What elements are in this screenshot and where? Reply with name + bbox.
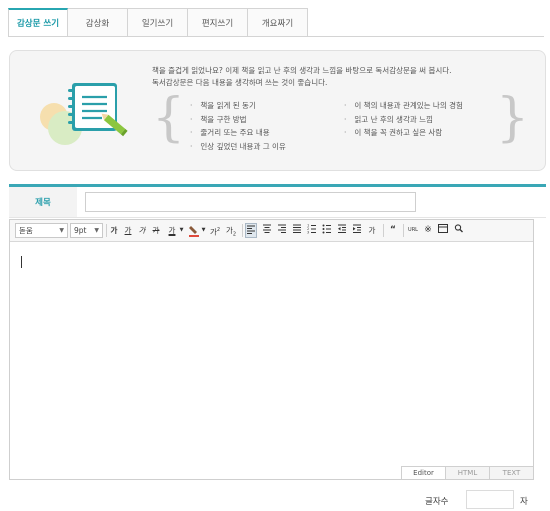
title-row: 제목 bbox=[9, 187, 546, 218]
toolbar-separator bbox=[383, 224, 384, 237]
tips-list-left: 책을 읽게 된 동기 책을 구한 방법 줄거리 또는 주요 내용 인상 깊었던 … bbox=[190, 99, 286, 154]
italic-button[interactable]: 가 bbox=[136, 223, 148, 238]
editor-toolbar: 돋움 ▼ 9pt ▼ 가 가 가 가 가 ▼ ▼ 가2 가2 1 2 3 가 “… bbox=[10, 220, 533, 242]
tips-list-right: 이 책의 내용과 관계있는 나의 경험 읽고 난 후의 생각과 느낌 이 책을 … bbox=[344, 99, 463, 140]
font-family-select[interactable]: 돋움 ▼ bbox=[15, 223, 68, 238]
align-left-icon[interactable] bbox=[245, 223, 257, 238]
title-input[interactable] bbox=[85, 192, 416, 212]
guide-intro: 책을 즐겁게 읽었나요? 이제 책을 읽고 난 후의 생각과 느낌을 바탕으로 … bbox=[152, 65, 452, 89]
strikethrough-button[interactable]: 가 bbox=[150, 223, 162, 238]
align-center-icon[interactable] bbox=[261, 223, 273, 238]
search-icon[interactable] bbox=[453, 223, 465, 238]
tip-item: 이 책의 내용과 관계있는 나의 경험 bbox=[344, 99, 463, 113]
rich-text-editor: 돋움 ▼ 9pt ▼ 가 가 가 가 가 ▼ ▼ 가2 가2 1 2 3 가 “… bbox=[9, 219, 534, 480]
align-justify-icon[interactable] bbox=[291, 223, 303, 238]
quote-icon[interactable]: “ bbox=[387, 223, 399, 238]
font-family-value: 돋움 bbox=[19, 226, 33, 235]
toolbar-separator bbox=[242, 224, 243, 237]
tip-item: 읽고 난 후의 생각과 느낌 bbox=[344, 113, 463, 127]
indent-icon[interactable] bbox=[351, 223, 363, 238]
tip-item: 줄거리 또는 주요 내용 bbox=[190, 126, 286, 140]
mode-text[interactable]: TEXT bbox=[489, 466, 533, 479]
tab-diary[interactable]: 일기쓰기 bbox=[128, 8, 188, 37]
guide-intro-line2: 독서감상문은 다음 내용을 생각하며 쓰는 것이 좋습니다. bbox=[152, 78, 328, 87]
notebook-pencil-icon bbox=[40, 83, 128, 145]
chevron-down-icon: ▼ bbox=[94, 227, 99, 234]
tip-item: 책을 구한 방법 bbox=[190, 113, 286, 127]
font-color-dropdown-icon[interactable]: ▼ bbox=[178, 223, 185, 238]
font-color-button[interactable]: 가 bbox=[166, 223, 178, 238]
highlight-color-icon[interactable] bbox=[188, 223, 200, 238]
guide-intro-line1: 책을 즐겁게 읽었나요? 이제 책을 읽고 난 후의 생각과 느낌을 바탕으로 … bbox=[152, 66, 452, 75]
special-char-icon[interactable]: ※ bbox=[422, 223, 434, 238]
clear-format-button[interactable]: 가 bbox=[366, 223, 378, 238]
tab-letter[interactable]: 편지쓰기 bbox=[188, 8, 248, 37]
numbered-list-icon[interactable]: 123 bbox=[306, 223, 318, 238]
bullet-list-icon[interactable] bbox=[321, 223, 333, 238]
font-size-value: 9pt bbox=[74, 226, 87, 235]
outdent-icon[interactable] bbox=[336, 223, 348, 238]
superscript-button[interactable]: 가2 bbox=[209, 223, 221, 238]
title-label: 제목 bbox=[9, 187, 77, 217]
tab-bar: 감상문 쓰기 감상화 일기쓰기 편지쓰기 개요짜기 bbox=[8, 8, 308, 37]
mode-editor[interactable]: Editor bbox=[401, 466, 445, 479]
chevron-down-icon: ▼ bbox=[59, 227, 64, 234]
underline-button[interactable]: 가 bbox=[122, 223, 134, 238]
insert-link-button[interactable]: URL bbox=[406, 223, 420, 238]
right-brace: } bbox=[496, 88, 530, 148]
tab-drawing[interactable]: 감상화 bbox=[68, 8, 128, 37]
highlight-dropdown-icon[interactable]: ▼ bbox=[200, 223, 207, 238]
mode-html[interactable]: HTML bbox=[445, 466, 489, 479]
svg-text:3: 3 bbox=[307, 231, 309, 235]
editor-content-area[interactable] bbox=[10, 243, 533, 465]
tip-item: 인상 깊었던 내용과 그 이유 bbox=[190, 140, 285, 154]
tab-outline[interactable]: 개요짜기 bbox=[248, 8, 308, 37]
guide-box: 책을 즐겁게 읽었나요? 이제 책을 읽고 난 후의 생각과 느낌을 바탕으로 … bbox=[9, 50, 546, 171]
bold-button[interactable]: 가 bbox=[108, 223, 120, 238]
tip-item: 이 책을 꼭 권하고 싶은 사람 bbox=[344, 126, 463, 140]
editor-mode-tabs: Editor HTML TEXT bbox=[401, 466, 533, 479]
subscript-button[interactable]: 가2 bbox=[225, 223, 237, 238]
char-count-field bbox=[466, 490, 514, 509]
tab-review[interactable]: 감상문 쓰기 bbox=[8, 8, 68, 37]
char-count-unit: 자 bbox=[520, 497, 528, 507]
toolbar-separator bbox=[106, 224, 107, 237]
insert-table-icon[interactable] bbox=[437, 223, 449, 238]
left-brace: { bbox=[152, 88, 186, 148]
toolbar-separator bbox=[403, 224, 404, 237]
font-size-select[interactable]: 9pt ▼ bbox=[70, 223, 103, 238]
align-right-icon[interactable] bbox=[276, 223, 288, 238]
tip-item: 책을 읽게 된 동기 bbox=[190, 99, 286, 113]
tabs-underline bbox=[8, 36, 544, 37]
char-count-label: 글자수 bbox=[425, 497, 449, 507]
